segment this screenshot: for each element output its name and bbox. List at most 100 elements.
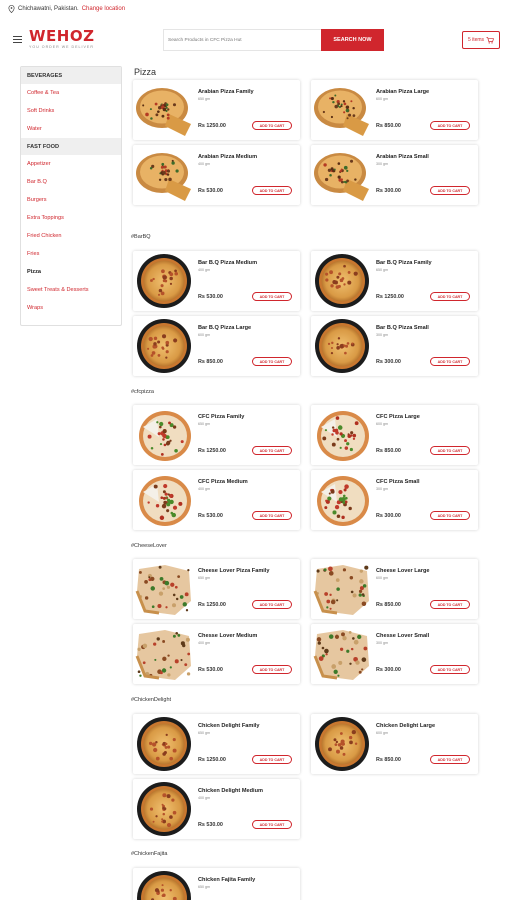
product-price: Rs 300.00: [376, 188, 401, 194]
product-price: Rs 850.00: [376, 448, 401, 454]
product-card[interactable]: CFC Pizza Small 300 gm Rs 300.00 ADD TO CAR…: [311, 470, 478, 530]
add-to-cart-button[interactable]: ADD TO CART: [430, 600, 470, 609]
product-card[interactable]: Bar B.Q Pizza Small 300 gm Rs 300.00 ADD TO…: [311, 316, 478, 376]
product-card[interactable]: Chicken Fajita Family 650 gm: [133, 868, 300, 900]
section-heading: #CheeseLover: [131, 543, 167, 549]
search-input[interactable]: Search Products in CFC Pizza Hut: [163, 29, 321, 51]
product-name[interactable]: Arabian Pizza Medium: [198, 154, 257, 160]
product-name[interactable]: Chicken Delight Large: [376, 723, 435, 729]
product-price: Rs 1250.00: [376, 294, 404, 300]
add-to-cart-button[interactable]: ADD TO CART: [430, 121, 470, 130]
product-name[interactable]: Arabian Pizza Small: [376, 154, 429, 160]
sidebar-item-bar-bq[interactable]: Bar B.Q: [21, 173, 121, 191]
product-name[interactable]: Chicken Fajita Family: [198, 877, 255, 883]
product-weight: 600 gm: [376, 731, 388, 735]
sidebar-item-extra-toppings[interactable]: Extra Toppings: [21, 209, 121, 227]
add-to-cart-button[interactable]: ADD TO CART: [430, 446, 470, 455]
product-card[interactable]: Arabian Pizza Large 600 gm Rs 850.00 ADD TO…: [311, 80, 478, 140]
add-to-cart-button[interactable]: ADD TO CART: [252, 292, 292, 301]
sidebar-item-soft-drinks[interactable]: Soft Drinks: [21, 102, 121, 120]
product-weight: 600 gm: [198, 333, 210, 337]
header: WEHOZ YOU ORDER WE DELIVER Search Produc…: [0, 25, 507, 57]
add-to-cart-button[interactable]: ADD TO CART: [252, 357, 292, 366]
product-weight: 300 gm: [376, 162, 388, 166]
product-card[interactable]: CFC Pizza Family 650 gm Rs 1250.00 ADD TO C…: [133, 405, 300, 465]
add-to-cart-button[interactable]: ADD TO CART: [430, 511, 470, 520]
product-card[interactable]: Chicken Delight Medium 400 gm Rs 530.00 ADD…: [133, 779, 300, 839]
add-to-cart-button[interactable]: ADD TO CART: [252, 665, 292, 674]
product-name[interactable]: Chesse Lover Medium: [198, 633, 257, 639]
product-price: Rs 300.00: [376, 359, 401, 365]
product-name[interactable]: CFC Pizza Small: [376, 479, 420, 485]
section-heading: #cfcpizza: [131, 389, 154, 395]
add-to-cart-button[interactable]: ADD TO CART: [430, 186, 470, 195]
product-name[interactable]: Bar B.Q Pizza Medium: [198, 260, 257, 266]
hamburger-menu-icon[interactable]: [13, 36, 22, 43]
sidebar-item-fried-chicken[interactable]: Fried Chicken: [21, 227, 121, 245]
product-card[interactable]: Bar B.Q Pizza Large 600 gm Rs 850.00 ADD TO…: [133, 316, 300, 376]
product-weight: 600 gm: [376, 97, 388, 101]
product-card[interactable]: Cheese Lover Large 600 gm Rs 850.00 ADD TO …: [311, 559, 478, 619]
product-card[interactable]: Cheese Lover Pizza Family 650 gm Rs 1250.0…: [133, 559, 300, 619]
product-weight: 300 gm: [376, 487, 388, 491]
product-card[interactable]: CFC Pizza Large 600 gm Rs 850.00 ADD TO CAR…: [311, 405, 478, 465]
cart-button[interactable]: 5 items: [462, 31, 500, 49]
pizza-image: [137, 871, 191, 900]
search-button[interactable]: SEARCH NOW: [321, 29, 384, 51]
product-name[interactable]: Bar B.Q Pizza Small: [376, 325, 429, 331]
sidebar-item-sweet-treats[interactable]: Sweet Treats & Desserts: [21, 281, 121, 299]
product-card[interactable]: Arabian Pizza Family 650 gm Rs 1250.00 ADD …: [133, 80, 300, 140]
product-weight: 600 gm: [376, 422, 388, 426]
add-to-cart-button[interactable]: ADD TO CART: [252, 121, 292, 130]
add-to-cart-button[interactable]: ADD TO CART: [252, 186, 292, 195]
product-name[interactable]: CFC Pizza Medium: [198, 479, 248, 485]
product-card[interactable]: Chicken Delight Large 600 gm Rs 850.00 ADD …: [311, 714, 478, 774]
product-name[interactable]: Chicken Delight Family: [198, 723, 260, 729]
product-name[interactable]: Arabian Pizza Family: [198, 89, 254, 95]
sidebar-item-pizza[interactable]: Pizza: [21, 263, 121, 281]
sidebar-item-appetizer[interactable]: Appetizer: [21, 155, 121, 173]
logo[interactable]: WEHOZ YOU ORDER WE DELIVER: [29, 28, 94, 49]
product-card[interactable]: Arabian Pizza Small 300 gm Rs 300.00 ADD TO…: [311, 145, 478, 205]
section-heading: #ChickenFajita: [131, 851, 168, 857]
product-weight: 650 gm: [376, 268, 388, 272]
product-name[interactable]: Bar B.Q Pizza Large: [198, 325, 251, 331]
add-to-cart-button[interactable]: ADD TO CART: [430, 665, 470, 674]
add-to-cart-button[interactable]: ADD TO CART: [252, 600, 292, 609]
cart-icon: [486, 36, 495, 44]
product-name[interactable]: Chicken Delight Medium: [198, 788, 263, 794]
pizza-image: [137, 717, 191, 771]
sidebar-item-burgers[interactable]: Burgers: [21, 191, 121, 209]
add-to-cart-button[interactable]: ADD TO CART: [252, 820, 292, 829]
product-price: Rs 850.00: [376, 757, 401, 763]
product-card[interactable]: Chesse Lover Medium 400 gm Rs 530.00 ADD TO…: [133, 624, 300, 684]
product-card[interactable]: Bar B.Q Pizza Family 650 gm Rs 1250.00 ADD …: [311, 251, 478, 311]
add-to-cart-button[interactable]: ADD TO CART: [252, 755, 292, 764]
add-to-cart-button[interactable]: ADD TO CART: [252, 446, 292, 455]
product-name[interactable]: Cheese Lover Pizza Family: [198, 568, 270, 574]
product-card[interactable]: CFC Pizza Medium 400 gm Rs 530.00 ADD TO CA…: [133, 470, 300, 530]
page-title: Pizza: [134, 67, 157, 77]
product-weight: 650 gm: [198, 422, 210, 426]
pizza-image: [137, 319, 191, 373]
sidebar-item-coffee-tea[interactable]: Coffee & Tea: [21, 84, 121, 102]
product-name[interactable]: CFC Pizza Large: [376, 414, 420, 420]
product-name[interactable]: Cheese Lover Large: [376, 568, 429, 574]
add-to-cart-button[interactable]: ADD TO CART: [430, 755, 470, 764]
change-location-link[interactable]: Change location: [82, 6, 125, 12]
add-to-cart-button[interactable]: ADD TO CART: [252, 511, 292, 520]
product-name[interactable]: Arabian Pizza Large: [376, 89, 429, 95]
product-card[interactable]: Bar B.Q Pizza Medium 400 gm Rs 530.00 ADD T…: [133, 251, 300, 311]
add-to-cart-button[interactable]: ADD TO CART: [430, 292, 470, 301]
product-name[interactable]: CFC Pizza Family: [198, 414, 244, 420]
sidebar-item-fries[interactable]: Fries: [21, 245, 121, 263]
sidebar-item-wraps[interactable]: Wraps: [21, 299, 121, 317]
product-price: Rs 850.00: [376, 123, 401, 129]
sidebar-item-water[interactable]: Water: [21, 120, 121, 138]
product-card[interactable]: Chesse Lover Small 300 gm Rs 300.00 ADD TO …: [311, 624, 478, 684]
product-name[interactable]: Chesse Lover Small: [376, 633, 429, 639]
add-to-cart-button[interactable]: ADD TO CART: [430, 357, 470, 366]
product-name[interactable]: Bar B.Q Pizza Family: [376, 260, 432, 266]
product-card[interactable]: Arabian Pizza Medium 400 gm Rs 530.00 ADD T…: [133, 145, 300, 205]
product-card[interactable]: Chicken Delight Family 650 gm Rs 1250.00 AD…: [133, 714, 300, 774]
